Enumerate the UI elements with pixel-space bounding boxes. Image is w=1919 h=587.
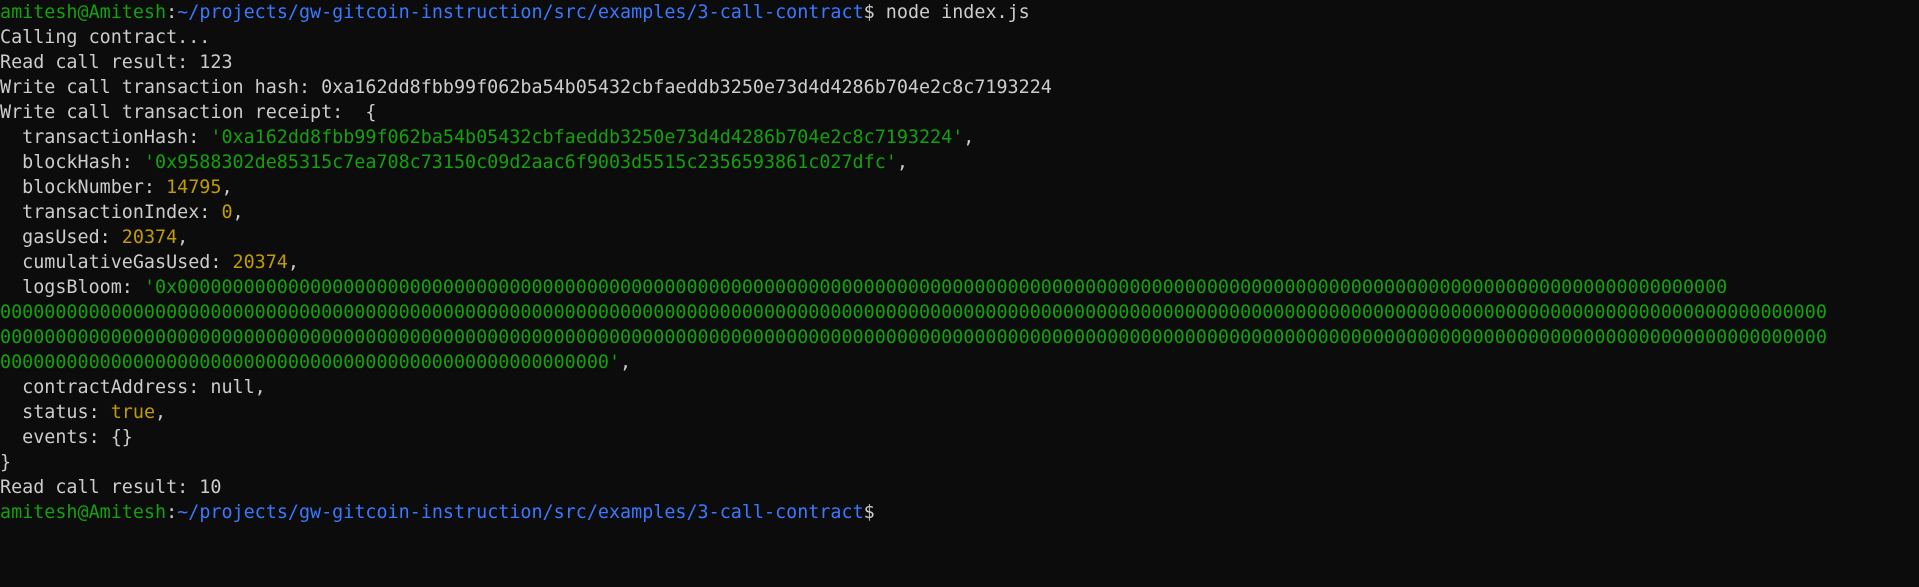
- output-receipt-close: }: [0, 452, 12, 473]
- receipt-string-value: '0xa162dd8fbb99f062ba54b05432cbfaeddb325…: [210, 127, 964, 148]
- receipt-number-value: 20374: [121, 227, 178, 248]
- output-receipt-header: Write call transaction receipt: {: [0, 102, 377, 123]
- comma: ,: [155, 402, 167, 423]
- receipt-key: status:: [0, 402, 111, 423]
- comma: ,: [221, 177, 233, 198]
- receipt-key: cumulativeGasUsed:: [0, 252, 233, 273]
- receipt-key: gasUsed:: [0, 227, 122, 248]
- output-read-result-2: Read call result: 10: [0, 477, 222, 498]
- receipt-key: transactionIndex:: [0, 202, 222, 223]
- receipt-block-hash: blockHash: '0x9588302de85315c7ea708c7315…: [0, 150, 1919, 175]
- comma: ,: [177, 227, 189, 248]
- prompt-line-1: amitesh@Amitesh:~/projects/gw-gitcoin-in…: [0, 0, 1919, 25]
- receipt-contract-address: contractAddress: null,: [0, 377, 266, 398]
- receipt-logs-bloom-1: logsBloom: '0x00000000000000000000000000…: [0, 275, 1919, 300]
- receipt-key: transactionHash:: [0, 127, 211, 148]
- comma: ,: [963, 127, 975, 148]
- prompt-path: ~/projects/gw-gitcoin-instruction/src/ex…: [177, 502, 864, 523]
- comma: ,: [232, 202, 244, 223]
- receipt-gas-used: gasUsed: 20374,: [0, 225, 1919, 250]
- prompt-user-host: amitesh@Amitesh: [0, 2, 167, 23]
- receipt-events: events: {}: [0, 427, 133, 448]
- output-calling: Calling contract...: [0, 27, 211, 48]
- prompt-path: ~/projects/gw-gitcoin-instruction/src/ex…: [177, 2, 864, 23]
- prompt-symbol: $: [863, 502, 875, 523]
- receipt-boolean-value: true: [110, 402, 156, 423]
- receipt-key: logsBloom:: [0, 277, 144, 298]
- receipt-number-value: 20374: [232, 252, 288, 273]
- terminal-window[interactable]: amitesh@Amitesh:~/projects/gw-gitcoin-in…: [0, 0, 1919, 587]
- logs-bloom-value: 0000000000000000000000000000000000000000…: [0, 352, 621, 373]
- receipt-block-number: blockNumber: 14795,: [0, 175, 1919, 200]
- receipt-key: blockNumber:: [0, 177, 167, 198]
- receipt-status: status: true,: [0, 400, 1919, 425]
- receipt-transaction-hash: transactionHash: '0xa162dd8fbb99f062ba54…: [0, 125, 1919, 150]
- receipt-number-value: 0: [221, 202, 233, 223]
- output-write-hash: Write call transaction hash: 0xa162dd8fb…: [0, 77, 1052, 98]
- comma: ,: [896, 152, 908, 173]
- prompt-separator: :: [166, 502, 178, 523]
- receipt-key: blockHash:: [0, 152, 144, 173]
- comma: ,: [287, 252, 299, 273]
- receipt-number-value: 14795: [166, 177, 222, 198]
- receipt-logs-bloom-3: 0000000000000000000000000000000000000000…: [0, 327, 1827, 348]
- output-read-result-1: Read call result: 123: [0, 52, 233, 73]
- command-text: node index.js: [874, 2, 1030, 23]
- prompt-separator: :: [166, 2, 178, 23]
- receipt-string-value: '0x9588302de85315c7ea708c73150c09d2aac6f…: [143, 152, 897, 173]
- receipt-logs-bloom-2: 0000000000000000000000000000000000000000…: [0, 302, 1827, 323]
- prompt-symbol: $: [863, 2, 875, 23]
- logs-bloom-value: '0x0000000000000000000000000000000000000…: [143, 277, 1728, 298]
- comma: ,: [620, 352, 632, 373]
- receipt-logs-bloom-4: 0000000000000000000000000000000000000000…: [0, 350, 1919, 375]
- prompt-line-2[interactable]: amitesh@Amitesh:~/projects/gw-gitcoin-in…: [0, 500, 1919, 525]
- prompt-user-host: amitesh@Amitesh: [0, 502, 167, 523]
- receipt-cumulative-gas-used: cumulativeGasUsed: 20374,: [0, 250, 1919, 275]
- receipt-transaction-index: transactionIndex: 0,: [0, 200, 1919, 225]
